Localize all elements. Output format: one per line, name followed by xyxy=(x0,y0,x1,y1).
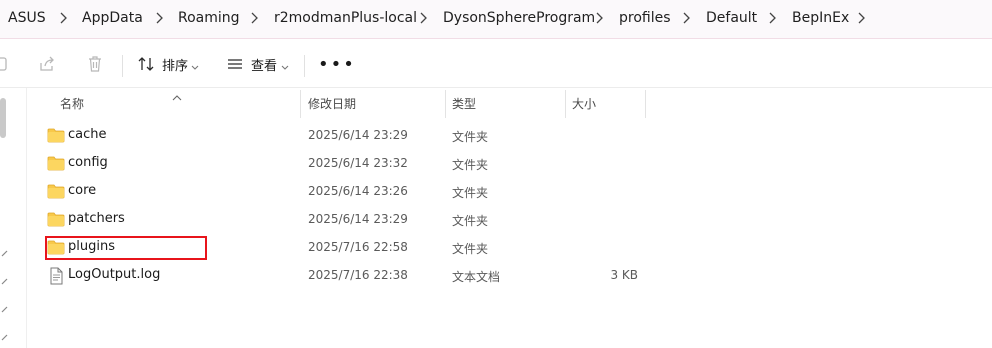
chevron-right-icon[interactable] xyxy=(767,11,777,25)
file-type: 文本文档 xyxy=(452,270,501,284)
toolbar-divider xyxy=(304,55,305,77)
file-name: core xyxy=(68,183,97,198)
column-header-date[interactable]: 修改日期 xyxy=(308,95,356,112)
chevron-right-icon[interactable] xyxy=(154,11,164,25)
view-button[interactable]: 查看 xyxy=(226,52,292,76)
file-row[interactable]: LogOutput.log 2025/7/16 22:38 文本文档 3 KB xyxy=(40,261,980,289)
file-date: 2025/7/16 22:38 xyxy=(308,268,408,282)
command-bar: 排序 查看 ••• xyxy=(0,39,992,88)
file-row[interactable]: config 2025/6/14 23:32 文件夹 xyxy=(40,149,980,177)
breadcrumb-asus[interactable]: ASUS xyxy=(8,10,46,26)
column-header-size[interactable]: 大小 xyxy=(572,95,596,112)
file-type: 文件夹 xyxy=(452,214,489,228)
file-type: 文件夹 xyxy=(452,242,489,256)
chevron-right-icon[interactable] xyxy=(58,11,68,25)
column-header-type[interactable]: 类型 xyxy=(452,95,476,112)
chevron-right-icon[interactable] xyxy=(856,11,866,25)
text-file-icon xyxy=(47,267,65,285)
view-label: 查看 xyxy=(251,59,278,74)
highlight-box xyxy=(45,236,207,260)
file-name: LogOutput.log xyxy=(68,267,161,282)
view-list-icon xyxy=(226,55,244,73)
sort-icon xyxy=(137,55,155,73)
chevron-right-icon[interactable] xyxy=(681,11,691,25)
sort-label: 排序 xyxy=(162,59,189,74)
pin-icon xyxy=(1,298,8,313)
chevron-right-icon[interactable] xyxy=(418,11,428,25)
file-name: config xyxy=(68,155,108,170)
pin-icon xyxy=(1,242,8,257)
file-type: 文件夹 xyxy=(452,130,489,144)
breadcrumb-appdata[interactable]: AppData xyxy=(82,10,143,26)
chevron-right-icon[interactable] xyxy=(249,11,259,25)
pin-icon xyxy=(1,326,8,341)
folder-icon xyxy=(47,211,65,227)
column-divider[interactable] xyxy=(645,90,646,118)
chevron-down-icon xyxy=(191,60,199,75)
file-row[interactable]: patchers 2025/6/14 23:29 文件夹 xyxy=(40,205,980,233)
file-type: 文件夹 xyxy=(452,158,489,172)
pane-divider xyxy=(26,88,27,348)
breadcrumb-default[interactable]: Default xyxy=(706,10,757,26)
sort-button[interactable]: 排序 xyxy=(137,52,201,76)
address-bar[interactable]: ASUS AppData Roaming r2modmanPlus-local … xyxy=(0,0,992,39)
file-row[interactable]: cache 2025/6/14 23:29 文件夹 xyxy=(40,121,980,149)
column-divider[interactable] xyxy=(565,90,566,118)
folder-icon xyxy=(47,127,65,143)
sort-ascending-icon xyxy=(172,86,182,105)
column-divider[interactable] xyxy=(300,90,301,118)
file-size: 3 KB xyxy=(610,268,638,282)
file-date: 2025/6/14 23:26 xyxy=(308,184,408,198)
file-row[interactable]: core 2025/6/14 23:26 文件夹 xyxy=(40,177,980,205)
file-date: 2025/6/14 23:29 xyxy=(308,212,408,226)
breadcrumb-r2modmanplus-local[interactable]: r2modmanPlus-local xyxy=(274,10,417,26)
share-icon[interactable] xyxy=(38,55,56,73)
column-divider[interactable] xyxy=(445,90,446,118)
delete-icon[interactable] xyxy=(86,55,104,73)
chevron-down-icon xyxy=(281,60,289,75)
file-name: patchers xyxy=(68,211,125,226)
file-name: cache xyxy=(68,127,107,142)
file-type: 文件夹 xyxy=(452,186,489,200)
scrollbar-thumb[interactable] xyxy=(0,98,6,138)
file-date: 2025/7/16 22:58 xyxy=(308,240,408,254)
file-date: 2025/6/14 23:32 xyxy=(308,156,408,170)
chevron-right-icon[interactable] xyxy=(594,11,604,25)
column-header-name[interactable]: 名称 xyxy=(60,95,84,112)
rename-icon[interactable] xyxy=(0,55,9,73)
folder-icon xyxy=(47,183,65,199)
breadcrumb-dysonsphereprogram[interactable]: DysonSphereProgram xyxy=(443,10,595,26)
breadcrumb-bepinex[interactable]: BepInEx xyxy=(792,10,849,26)
breadcrumb-profiles[interactable]: profiles xyxy=(619,10,671,26)
breadcrumb-roaming[interactable]: Roaming xyxy=(178,10,240,26)
folder-icon xyxy=(47,155,65,171)
navigation-pane xyxy=(0,88,26,348)
toolbar-divider xyxy=(122,55,123,77)
more-options-button[interactable]: ••• xyxy=(318,54,356,75)
file-date: 2025/6/14 23:29 xyxy=(308,128,408,142)
pin-icon xyxy=(1,270,8,285)
